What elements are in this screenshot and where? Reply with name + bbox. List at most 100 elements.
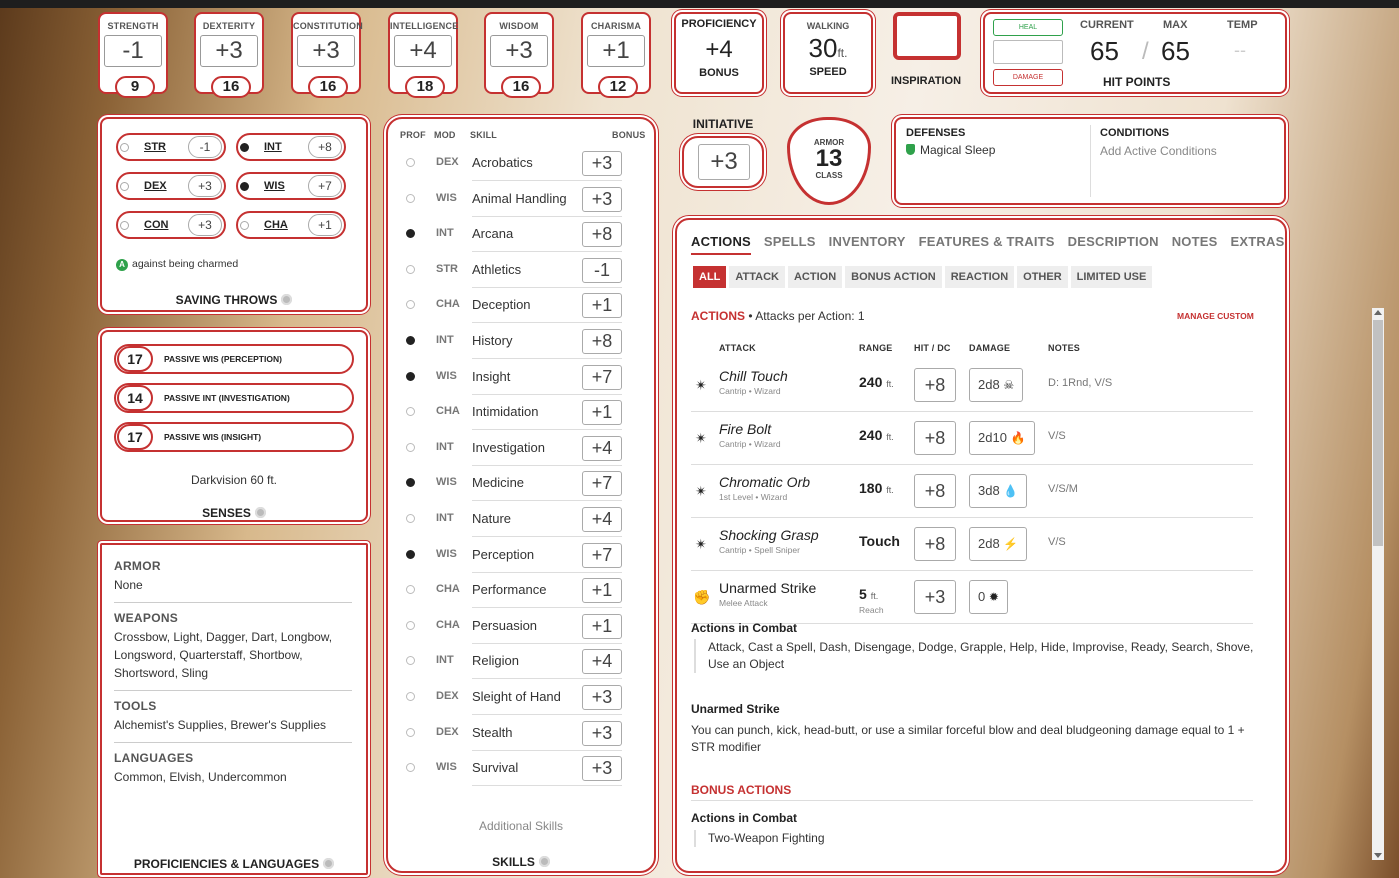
attack-hit-bonus[interactable]: +8 (914, 474, 956, 508)
ability-score[interactable]: 16 (308, 76, 348, 98)
skill-row[interactable]: WIS Insight +7 (388, 360, 638, 395)
skill-row[interactable]: INT Investigation +4 (388, 431, 638, 466)
ability-score[interactable]: 9 (115, 76, 155, 98)
skill-row[interactable]: CHA Performance +1 (388, 573, 638, 609)
scroll-down-icon[interactable] (1374, 853, 1382, 858)
ability-score[interactable]: 18 (405, 76, 445, 98)
actions-scrollbar[interactable] (1372, 308, 1384, 860)
skill-row[interactable]: INT Religion +4 (388, 644, 638, 680)
attack-hit-bonus[interactable]: +8 (914, 527, 956, 561)
skill-row[interactable]: CHA Persuasion +1 (388, 609, 638, 644)
filter-bonus-action[interactable]: BONUS ACTION (845, 266, 942, 288)
filter-all[interactable]: ALL (693, 266, 727, 288)
additional-skills-link[interactable]: Additional Skills (388, 819, 654, 833)
saving-throw-str[interactable]: STR -1 (116, 133, 226, 161)
attack-damage[interactable]: 3d8 💧 (969, 474, 1028, 508)
scroll-up-icon[interactable] (1374, 310, 1382, 315)
gear-icon[interactable] (281, 294, 293, 305)
manage-custom-link[interactable]: MANAGE CUSTOM (1177, 311, 1254, 321)
skill-row[interactable]: WIS Survival +3 (388, 751, 638, 787)
senses-title[interactable]: SENSES (102, 506, 366, 520)
attack-hit-bonus[interactable]: +3 (914, 580, 956, 614)
skill-bonus: +7 (582, 471, 622, 497)
skill-row[interactable]: WIS Medicine +7 (388, 466, 638, 502)
proficiencies-title[interactable]: PROFICIENCIES & LANGUAGES (102, 857, 366, 871)
ability-intelligence[interactable]: INTELLIGENCE +4 18 (388, 12, 458, 98)
attack-row[interactable]: ✊ Unarmed Strike Melee Attack 5 ft. Reach +3 0… (691, 571, 1253, 624)
ability-score[interactable]: 16 (211, 76, 251, 98)
attack-range: 180 ft. (859, 480, 894, 496)
skill-row[interactable]: STR Athletics -1 (388, 253, 638, 288)
attack-damage[interactable]: 0 ✹ (969, 580, 1008, 614)
filter-limited-use[interactable]: LIMITED USE (1070, 266, 1153, 288)
tab-spells[interactable]: SPELLS (764, 234, 816, 249)
defense-item[interactable]: Magical Sleep (906, 143, 995, 157)
skill-row[interactable]: INT Nature +4 (388, 502, 638, 537)
attack-damage[interactable]: 2d8 ⚡ (969, 527, 1028, 561)
ability-strength[interactable]: STRENGTH -1 9 (98, 12, 168, 98)
attack-range: 5 ft. (859, 586, 878, 602)
saving-throw-dex[interactable]: DEX +3 (116, 172, 226, 200)
attack-name[interactable]: Chill Touch (719, 368, 788, 384)
skill-row[interactable]: CHA Deception +1 (388, 288, 638, 324)
attack-damage[interactable]: 2d10 🔥 (969, 421, 1035, 455)
skill-row[interactable]: DEX Acrobatics +3 (388, 146, 638, 181)
tab-notes[interactable]: NOTES (1172, 234, 1218, 249)
gear-icon[interactable] (323, 858, 335, 869)
temp-hp-value[interactable]: -- (1234, 40, 1246, 61)
damage-button[interactable]: DAMAGE (993, 69, 1063, 86)
ability-score[interactable]: 16 (501, 76, 541, 98)
ability-dexterity[interactable]: DEXTERITY +3 16 (194, 12, 264, 98)
tab-description[interactable]: DESCRIPTION (1068, 234, 1159, 249)
attack-row[interactable]: ✴ Shocking Grasp Cantrip • Spell Sniper Tou… (691, 518, 1253, 571)
gear-icon[interactable] (254, 507, 266, 518)
attack-name[interactable]: Chromatic Orb (719, 474, 810, 490)
saving-throws-title[interactable]: SAVING THROWS (102, 293, 366, 307)
filter-other[interactable]: OTHER (1017, 266, 1068, 288)
skill-bonus: +1 (582, 613, 622, 639)
ability-wisdom[interactable]: WISDOM +3 16 (484, 12, 554, 98)
attack-damage[interactable]: 2d8 ☠ (969, 368, 1024, 402)
passive-sense[interactable]: 17 PASSIVE WIS (PERCEPTION) (114, 344, 354, 374)
saving-throw-wis[interactable]: WIS +7 (236, 172, 346, 200)
attack-row[interactable]: ✴ Chromatic Orb 1st Level • Wizard 180 ft. +… (691, 465, 1253, 518)
attack-hit-bonus[interactable]: +8 (914, 368, 956, 402)
skill-row[interactable]: CHA Intimidation +1 (388, 395, 638, 431)
saving-throw-con[interactable]: CON +3 (116, 211, 226, 239)
filter-reaction[interactable]: REACTION (944, 266, 1015, 288)
skill-row[interactable]: WIS Perception +7 (388, 538, 638, 573)
tab-extras[interactable]: EXTRAS (1231, 234, 1285, 249)
skill-row[interactable]: INT History +8 (388, 324, 638, 359)
tab-features-traits[interactable]: FEATURES & TRAITS (919, 234, 1055, 249)
skills-title[interactable]: SKILLS (388, 855, 654, 869)
saving-throw-int[interactable]: INT +8 (236, 133, 346, 161)
attack-hit-bonus[interactable]: +8 (914, 421, 956, 455)
skill-row[interactable]: DEX Sleight of Hand +3 (388, 680, 638, 715)
attack-name[interactable]: Unarmed Strike (719, 580, 816, 596)
passive-sense[interactable]: 17 PASSIVE WIS (INSIGHT) (114, 422, 354, 452)
attack-name[interactable]: Fire Bolt (719, 421, 771, 437)
attack-row[interactable]: ✴ Fire Bolt Cantrip • Wizard 240 ft. +8 2d10 … (691, 412, 1253, 465)
tab-inventory[interactable]: INVENTORY (829, 234, 906, 249)
filter-attack[interactable]: ATTACK (729, 266, 785, 288)
add-conditions-link[interactable]: Add Active Conditions (1100, 144, 1217, 158)
hp-amount-input[interactable] (993, 40, 1063, 64)
saving-throw-cha[interactable]: CHA +1 (236, 211, 346, 239)
scrollbar-thumb[interactable] (1373, 320, 1383, 546)
ability-constitution[interactable]: CONSTITUTION +3 16 (291, 12, 363, 98)
skill-row[interactable]: INT Arcana +8 (388, 217, 638, 253)
passive-sense[interactable]: 14 PASSIVE INT (INVESTIGATION) (114, 383, 354, 413)
skill-row[interactable]: WIS Animal Handling +3 (388, 182, 638, 217)
attack-row[interactable]: ✴ Chill Touch Cantrip • Wizard 240 ft. +8 2d8… (691, 359, 1253, 412)
current-hp-value[interactable]: 65 (1090, 36, 1119, 67)
heal-button[interactable]: HEAL (993, 19, 1063, 36)
tab-actions[interactable]: ACTIONS (691, 234, 751, 255)
attack-name[interactable]: Shocking Grasp (719, 527, 819, 543)
ability-charisma[interactable]: CHARISMA +1 12 (581, 12, 651, 98)
filter-action[interactable]: ACTION (787, 266, 843, 288)
gear-icon[interactable] (538, 856, 550, 867)
skill-row[interactable]: DEX Stealth +3 (388, 716, 638, 751)
actions-scroll-area[interactable]: ATTACK RANGE HIT / DC DAMAGE NOTES ✴ Chil… (691, 325, 1259, 861)
inspiration-toggle[interactable] (893, 12, 961, 60)
ability-score[interactable]: 12 (598, 76, 638, 98)
